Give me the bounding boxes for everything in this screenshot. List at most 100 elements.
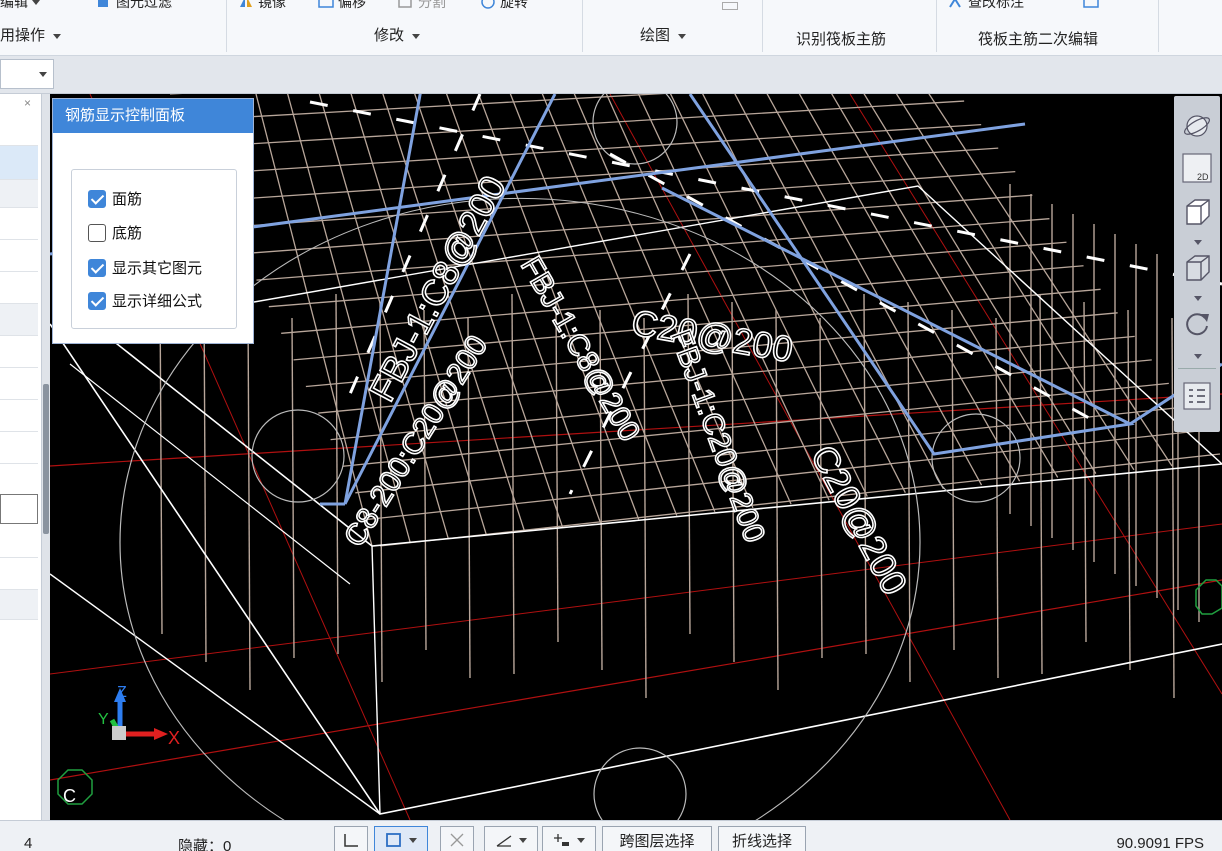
annotation-icon: [948, 0, 964, 9]
chevron-down-icon[interactable]: [1194, 296, 1202, 301]
list-item[interactable]: [0, 272, 38, 304]
mirror-button[interactable]: 镜像: [238, 0, 286, 13]
list-item[interactable]: [0, 590, 38, 620]
list-item[interactable]: [0, 400, 38, 432]
list-item[interactable]: [0, 304, 38, 336]
chevron-down-icon: [678, 33, 687, 39]
ribbon-group-identify[interactable]: 识别筏板主筋: [796, 28, 886, 49]
axis-label-y: Y: [98, 711, 109, 728]
left-panel-splitter[interactable]: [42, 94, 50, 820]
checkbox-label: 显示详细公式: [112, 293, 203, 310]
ribbon-group-draw[interactable]: 绘图: [640, 24, 687, 45]
chevron-down-icon: [412, 33, 421, 39]
edit-button[interactable]: 编辑: [0, 0, 40, 13]
property-toolbar: [0, 56, 1222, 94]
ribbon-divider: [936, 0, 937, 52]
panel-title: 钢筋显示控制面板: [53, 99, 253, 133]
rotate-view-icon[interactable]: [1181, 308, 1213, 340]
checkbox-label: 面筋: [112, 191, 143, 208]
angle-snap-button[interactable]: [484, 826, 538, 851]
list-item[interactable]: [0, 240, 38, 272]
list-item-selected[interactable]: [0, 146, 38, 180]
ribbon-group-secondary-edit[interactable]: 筏板主筋二次编辑: [978, 28, 1098, 49]
split-button[interactable]: 分割: [398, 0, 446, 13]
rebar-display-control-panel: 钢筋显示控制面板 面筋 底筋 显示其它图元 显示详细公式: [52, 98, 254, 344]
checkbox-show-formula[interactable]: 显示详细公式: [88, 290, 202, 311]
ribbon-divider: [762, 0, 763, 52]
group-label-identify: 识别筏板主筋: [796, 31, 887, 48]
ribbon-group-modify[interactable]: 修改: [374, 24, 421, 45]
split-icon: [398, 0, 414, 9]
axis-gizmo: Z X Y: [98, 684, 180, 748]
split-label: 分割: [418, 0, 446, 10]
list-item[interactable]: [0, 180, 38, 208]
rebar-label: FBJ-1:C8@200: [514, 251, 646, 447]
ribbon-divider: [582, 0, 583, 52]
close-icon[interactable]: ×: [24, 96, 31, 110]
2d-label: 2D: [1197, 172, 1209, 182]
list-item[interactable]: [0, 558, 38, 590]
extra-tool-button[interactable]: [1082, 0, 1099, 13]
list-item[interactable]: [0, 208, 38, 240]
chevron-down-icon: [519, 837, 527, 843]
list-item[interactable]: [0, 336, 38, 368]
check-annotation-button[interactable]: 查改标注: [948, 0, 1024, 13]
list-item[interactable]: [0, 464, 38, 496]
ribbon-divider: [226, 0, 227, 52]
chevron-down-icon[interactable]: [1194, 354, 1202, 359]
list-item[interactable]: [0, 432, 38, 464]
checkbox-top-rebar[interactable]: 面筋: [88, 188, 142, 209]
element-filter-button[interactable]: 图元过滤: [96, 0, 172, 13]
cube-view-icon[interactable]: [1181, 252, 1213, 284]
group-label-secondary-edit: 筏板主筋二次编辑: [978, 31, 1099, 48]
checkbox-bottom-rebar[interactable]: 底筋: [88, 222, 142, 243]
axis-label-x: X: [168, 728, 180, 748]
orbit-icon[interactable]: [1181, 110, 1213, 142]
toolbar-divider: [1178, 368, 1216, 369]
splitter-handle[interactable]: [43, 384, 49, 534]
app-window: 编辑 图元过滤 镜像 偏移 分割 旋转 查改标注 用操作 修改 绘图 识别筏板主…: [0, 0, 1222, 851]
3d-view-icon[interactable]: [1181, 196, 1213, 228]
snap-toggle-button[interactable]: [374, 826, 428, 851]
mirror-label: 镜像: [258, 0, 286, 10]
rotate-icon: [480, 0, 496, 9]
chevron-down-icon: [39, 72, 47, 77]
group-label-draw: 绘图: [640, 27, 671, 44]
list-item[interactable]: [0, 526, 38, 558]
list-item[interactable]: [0, 368, 38, 400]
rotate-button[interactable]: 旋转: [480, 0, 528, 13]
element-filter-label: 图元过滤: [116, 0, 172, 10]
edit-label: 编辑: [0, 0, 28, 10]
2d-view-button[interactable]: 2D: [1181, 152, 1213, 184]
polyline-select-button[interactable]: 折线选择: [718, 826, 806, 851]
ortho-icon: [344, 834, 358, 847]
chevron-down-icon[interactable]: [1194, 240, 1202, 245]
selection-count: 4: [24, 835, 33, 851]
grid-marker-right: [1195, 579, 1222, 615]
offset-button[interactable]: 偏移: [318, 0, 366, 13]
left-panel: ×: [0, 94, 42, 820]
angle-icon: [496, 835, 512, 847]
group-label-modify: 修改: [374, 27, 405, 44]
offset-label: 偏移: [338, 0, 366, 10]
draw-tool-icon[interactable]: [722, 2, 738, 10]
chevron-down-icon: [409, 837, 417, 843]
ribbon-group-common[interactable]: 用操作: [0, 24, 62, 45]
checkbox-label: 显示其它图元: [112, 260, 203, 277]
checkbox-show-other-elements[interactable]: 显示其它图元: [88, 257, 202, 278]
ortho-toggle-button[interactable]: [334, 826, 368, 851]
list-item[interactable]: [0, 114, 38, 146]
chevron-down-icon: [53, 33, 62, 39]
cancel-snap-button[interactable]: [440, 826, 474, 851]
floor-select[interactable]: [0, 59, 54, 89]
cross-layer-select-button[interactable]: 跨图层选择: [602, 826, 712, 851]
offset-snap-button[interactable]: [542, 826, 596, 851]
checkbox-checked-icon: [88, 258, 106, 277]
group-label-common: 用操作: [0, 27, 46, 44]
chevron-down-icon: [32, 0, 40, 5]
axis-label-z: Z: [117, 684, 127, 701]
layer-list-icon[interactable]: [1181, 380, 1213, 412]
3d-viewport[interactable]: FBJ-1:C8@200 C8-200:C20@200 C20@200 FBJ-…: [50, 94, 1222, 820]
tool-icon: [1082, 0, 1099, 9]
value-input[interactable]: [0, 494, 38, 524]
